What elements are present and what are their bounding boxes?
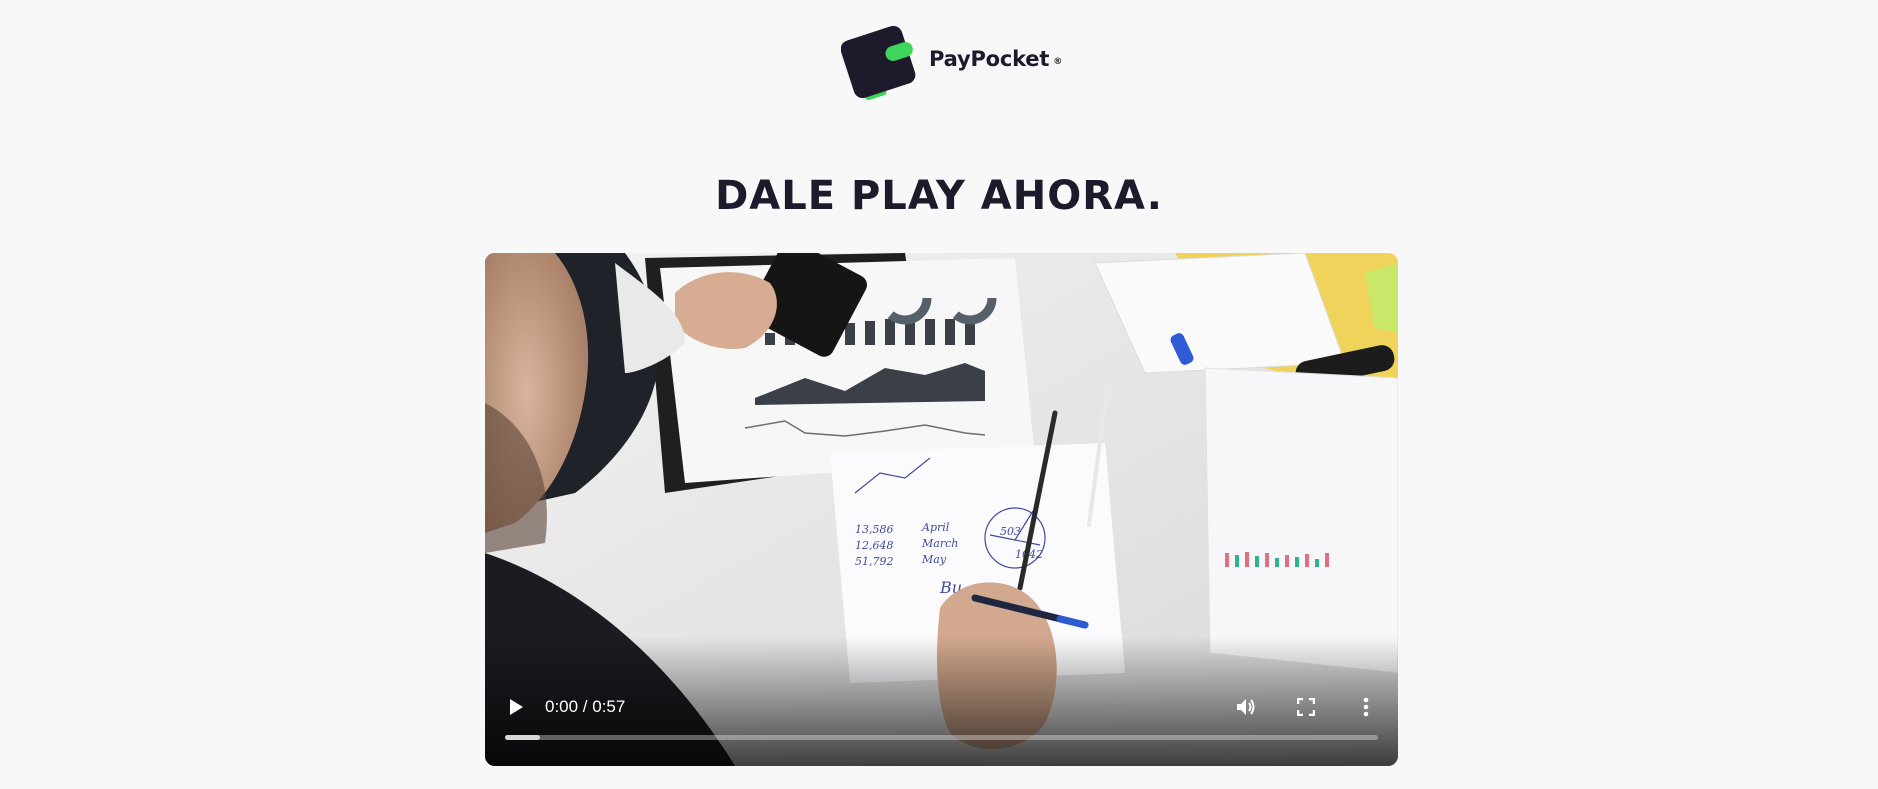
video-controls: 0:00 / 0:57	[485, 686, 1398, 766]
more-options-icon	[1363, 697, 1369, 717]
wallet-logo-icon	[841, 24, 921, 100]
play-icon	[510, 699, 523, 715]
page-title: DALE PLAY AHORA.	[715, 173, 1163, 219]
registered-mark: ®	[1053, 57, 1063, 67]
svg-text:May: May	[921, 553, 947, 566]
play-button[interactable]	[501, 692, 531, 722]
svg-text:503: 503	[1000, 525, 1021, 538]
volume-icon	[1237, 699, 1255, 715]
brand-name: PayPocket	[929, 47, 1050, 71]
time-display: 0:00 / 0:57	[545, 697, 626, 716]
page: PayPocket ® DALE PLAY AHORA. 13,586 12,6…	[0, 0, 1878, 789]
video-player[interactable]: 13,586 12,648 51,792 April March May 503…	[485, 253, 1398, 766]
svg-text:13,586: 13,586	[855, 523, 894, 536]
progress-buffered	[505, 735, 540, 740]
svg-text:12,648: 12,648	[855, 539, 894, 552]
svg-text:March: March	[921, 537, 958, 550]
progress-bar[interactable]	[505, 735, 1378, 740]
svg-text:51,792: 51,792	[855, 555, 894, 568]
paypocket-logo[interactable]: PayPocket ®	[841, 24, 1062, 100]
more-options-button[interactable]	[1351, 692, 1381, 722]
svg-text:April: April	[921, 521, 950, 534]
volume-button[interactable]	[1231, 692, 1261, 722]
fullscreen-button[interactable]	[1291, 692, 1321, 722]
fullscreen-icon	[1297, 698, 1315, 716]
